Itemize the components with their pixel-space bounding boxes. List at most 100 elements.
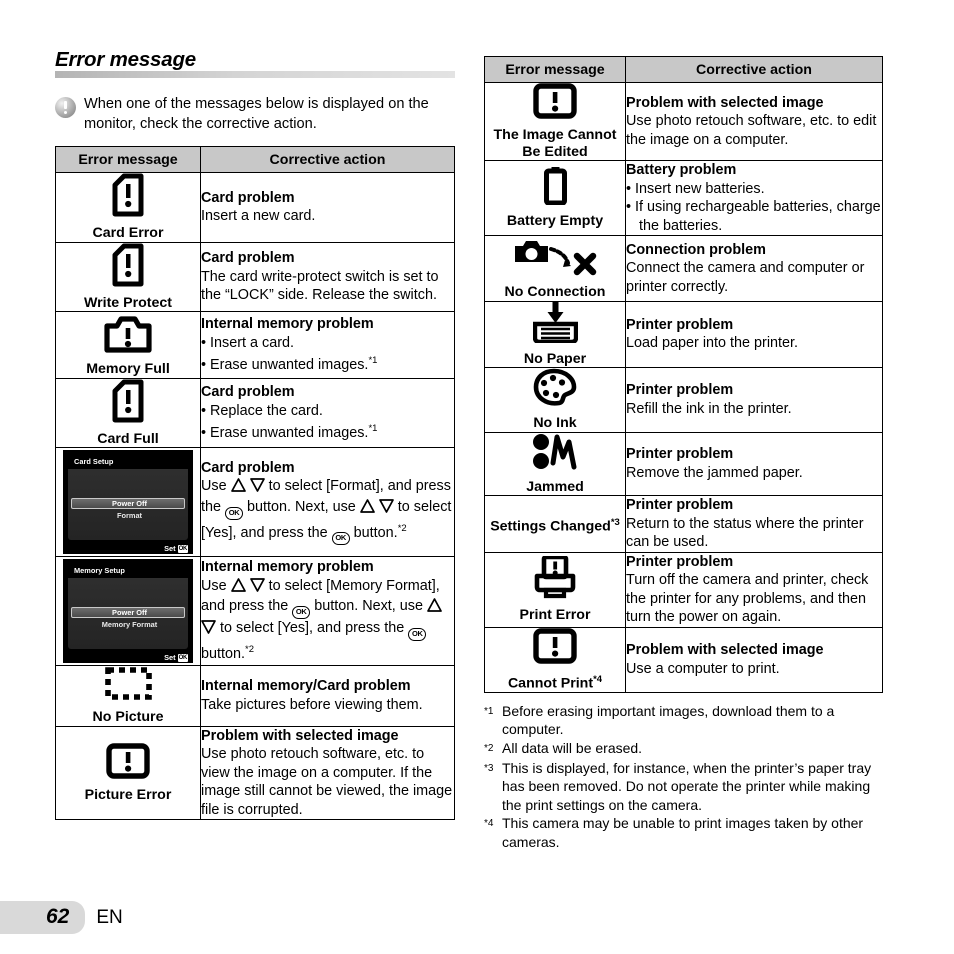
- error-message-cell: Print Error: [484, 551, 626, 628]
- error-message-label: Jammed: [526, 478, 584, 495]
- table-row: Picture Error Problem with selected image…: [55, 725, 455, 820]
- footnote-marker: *2: [484, 742, 494, 754]
- lcd-set-hint: Set OK: [164, 653, 188, 662]
- note-block: When one of the messages below is displa…: [55, 95, 455, 134]
- paper-jam-icon: [532, 433, 578, 471]
- action-title: Problem with selected image: [626, 642, 824, 659]
- error-message-label: Card Error: [92, 225, 164, 241]
- error-message-cell: No Paper: [484, 300, 626, 368]
- footnote-text: Before erasing important images, downloa…: [502, 702, 835, 738]
- action-text: The card write-protect switch is set to …: [201, 268, 439, 304]
- battery-icon: [543, 166, 567, 206]
- lcd-menu-item[interactable]: Memory Format: [71, 620, 185, 629]
- error-message-label: Cannot Print*4: [507, 673, 603, 692]
- table-row: Write Protect Card problem The card write-…: [55, 241, 455, 312]
- arrow-down-icon: [201, 620, 216, 640]
- arrow-down-icon: [249, 478, 265, 498]
- error-message-cell: Card Full: [55, 377, 201, 448]
- lcd-menu-item[interactable]: Format: [71, 511, 185, 520]
- error-message-label: Picture Error: [84, 786, 172, 803]
- action-title: Printer problem: [626, 316, 734, 333]
- ink-palette-icon: [533, 368, 577, 407]
- table-row: No Ink Printer problem Refill the ink in t…: [484, 367, 883, 433]
- error-message-cell: No Ink: [484, 367, 626, 433]
- action-bullets: • Insert a card. • Erase unwanted images.…: [201, 334, 454, 375]
- action-bullet-item: • Replace the card.: [201, 402, 323, 419]
- table-row: No Picture Internal memory/Card problem Ta…: [55, 665, 455, 727]
- left-column: Error message When one of the messages b…: [55, 48, 455, 820]
- error-message-label: Memory Full: [86, 361, 170, 377]
- action-bullet-item: • Insert a card.: [201, 334, 295, 351]
- left-table-body: Card Error Card problem Insert a new card.…: [55, 172, 455, 820]
- table-header-row: Error message Corrective action: [484, 56, 883, 83]
- error-message-cell: Jammed: [484, 431, 626, 496]
- error-message-cell: No Connection: [484, 235, 626, 302]
- page-title: Error message: [55, 48, 196, 71]
- action-title: Printer problem: [626, 553, 734, 570]
- corrective-action-cell: Printer problem Return to the status wher…: [625, 495, 883, 553]
- action-bullets: • Replace the card. • Erase unwanted imag…: [201, 402, 454, 443]
- action-title: Card problem: [201, 250, 295, 266]
- arrow-down-icon: [249, 577, 265, 598]
- footnote-item: *3 This is displayed, for instance, when …: [484, 759, 883, 815]
- action-text: Turn off the camera and printer, check t…: [626, 572, 869, 625]
- action-title: Printer problem: [626, 497, 734, 513]
- action-text: Take pictures before viewing them.: [201, 696, 423, 713]
- action-instructions: Use to select [Memory Format], and press…: [201, 577, 454, 664]
- table-row: Card Setup Power Off Format Set OK Card probl…: [55, 447, 455, 557]
- info-exclamation-icon: [55, 97, 76, 118]
- action-title: Card problem: [201, 384, 295, 401]
- error-message-cell: The Image Cannot Be Edited: [484, 82, 626, 161]
- action-text: Refill the ink in the printer.: [626, 400, 792, 417]
- table-row: No Paper Printer problem Load paper into t…: [484, 300, 883, 368]
- footnote-text: All data will be erased.: [502, 739, 643, 756]
- ok-button-icon: OK: [292, 606, 311, 620]
- corrective-action-cell: Card problem Insert a new card.: [200, 172, 455, 243]
- error-message-cell: Card Setup Power Off Format Set OK: [55, 447, 201, 557]
- lcd-menu-item-selected[interactable]: Power Off: [71, 498, 185, 509]
- action-bullet-item: • Erase unwanted images.*1: [201, 423, 378, 441]
- arrow-up-icon: [427, 598, 442, 618]
- error-message-cell: No Picture: [55, 665, 201, 727]
- footnotes-list: *1 Before erasing important images, downl…: [484, 702, 883, 852]
- action-text: Insert a new card.: [201, 208, 316, 225]
- section-heading: Error message: [55, 48, 455, 82]
- error-table-left: Error message Corrective action Card Err…: [55, 146, 455, 820]
- footnote-text: This camera may be unable to print image…: [502, 815, 864, 850]
- lcd-title: Memory Setup: [68, 563, 188, 578]
- heading-rule: [55, 71, 455, 78]
- boxed-exclamation-icon: [533, 627, 577, 664]
- corrective-action-cell: Internal memory/Card problem Take picture…: [200, 665, 455, 727]
- page-footer: 62 EN: [0, 901, 123, 934]
- lcd-menu-item-selected[interactable]: Power Off: [71, 607, 185, 618]
- error-message-label: Card Full: [97, 430, 159, 447]
- action-title: Problem with selected image: [626, 94, 824, 111]
- table-row: No Connection Connection problem Connect t…: [484, 235, 883, 302]
- action-text: Use a computer to print.: [626, 660, 780, 677]
- error-message-label: The Image Cannot Be Edited: [493, 127, 617, 160]
- lcd-inner: Card Setup Power Off Format: [68, 454, 188, 540]
- lcd-inner: Memory Setup Power Off Memory Format: [68, 563, 188, 649]
- error-message-label: Print Error: [519, 606, 591, 623]
- footnote-marker: *4: [484, 818, 494, 830]
- page-number: 62: [0, 901, 86, 934]
- error-message-cell: Card Error: [55, 172, 201, 243]
- col-header-corrective-action: Corrective action: [625, 56, 883, 83]
- action-text: Load paper into the printer.: [626, 335, 799, 352]
- action-title: Internal memory problem: [201, 316, 374, 333]
- action-text: Connect the camera and computer or print…: [626, 260, 865, 295]
- corrective-action-cell: Card problem Use to select [Format], and …: [200, 447, 455, 557]
- action-title: Printer problem: [626, 446, 734, 463]
- corrective-action-cell: Printer problem Turn off the camera and p…: [625, 551, 883, 628]
- action-title: Internal memory/Card problem: [201, 678, 411, 695]
- boxed-exclamation-icon: [533, 83, 577, 119]
- corrective-action-cell: Printer problem Refill the ink in the pri…: [625, 367, 883, 433]
- col-header-error-message: Error message: [484, 56, 626, 83]
- page-language: EN: [96, 906, 123, 928]
- action-bullet-item: • Erase unwanted images.*1: [201, 355, 378, 373]
- action-title: Card problem: [201, 459, 295, 476]
- lcd-set-hint: Set OK: [164, 544, 188, 553]
- error-message-cell: Battery Empty: [484, 160, 626, 236]
- col-header-corrective-action: Corrective action: [200, 146, 455, 173]
- corrective-action-cell: Problem with selected image Use photo ret…: [625, 82, 883, 161]
